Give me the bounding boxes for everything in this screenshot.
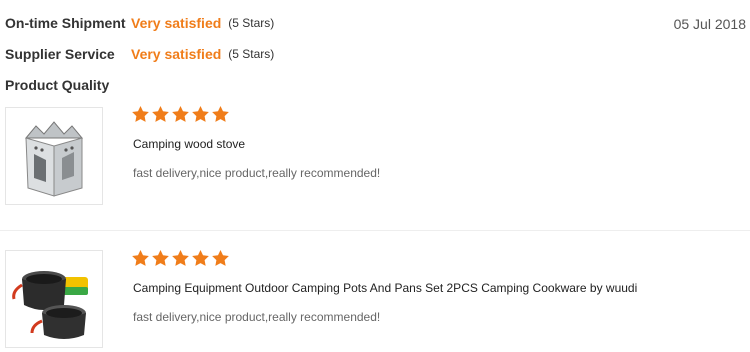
star-icon <box>132 106 149 122</box>
on-time-shipment-row: On-time Shipment Very satisfied (5 Stars… <box>5 15 274 31</box>
product-quality-row: Product Quality <box>5 77 131 93</box>
review-date: 05 Jul 2018 <box>673 16 746 32</box>
review-1-comment: fast delivery,nice product,really recomm… <box>133 166 381 180</box>
on-time-shipment-label: On-time Shipment <box>5 15 126 31</box>
star-icon <box>172 106 189 122</box>
star-icon <box>152 250 169 266</box>
star-icon <box>192 106 209 122</box>
supplier-service-label: Supplier Service <box>5 46 115 62</box>
star-icon <box>152 106 169 122</box>
review-1-rating <box>132 106 229 122</box>
product-quality-label: Product Quality <box>5 77 110 93</box>
star-icon <box>212 106 229 122</box>
star-icon <box>172 250 189 266</box>
star-icon <box>192 250 209 266</box>
review-divider <box>0 230 750 231</box>
review-2-product-title[interactable]: Camping Equipment Outdoor Camping Pots A… <box>133 281 637 295</box>
supplier-service-row: Supplier Service Very satisfied (5 Stars… <box>5 46 274 62</box>
star-icon <box>132 250 149 266</box>
on-time-shipment-value: Very satisfied <box>131 15 222 31</box>
supplier-service-value: Very satisfied <box>131 46 222 62</box>
review-2-comment: fast delivery,nice product,really recomm… <box>133 310 381 324</box>
cookware-set-product-image[interactable] <box>5 250 103 348</box>
review-2-rating <box>132 250 229 266</box>
wood-stove-product-image[interactable] <box>5 107 103 205</box>
review-1-product-title[interactable]: Camping wood stove <box>133 137 245 151</box>
supplier-service-stars: (5 Stars) <box>228 47 275 61</box>
on-time-shipment-stars: (5 Stars) <box>228 16 275 30</box>
star-icon <box>212 250 229 266</box>
